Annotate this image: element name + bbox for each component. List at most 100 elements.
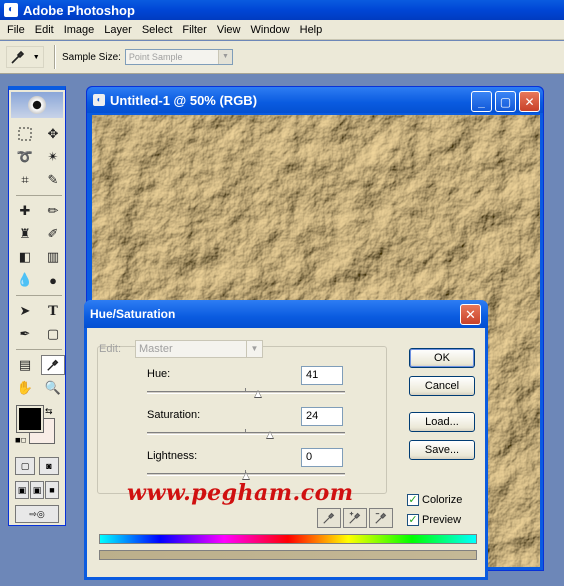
quick-mask-mode-button[interactable]: ◙ <box>39 457 59 475</box>
menu-file[interactable]: File <box>2 24 30 36</box>
tool-preset-picker[interactable]: ▼ <box>6 46 44 68</box>
edit-channel-value: Master <box>139 343 173 355</box>
close-icon: ✕ <box>465 306 476 322</box>
clone-stamp-tool-icon[interactable]: ♜ <box>13 224 37 244</box>
eyedropper-button[interactable] <box>317 508 341 528</box>
lightness-slider-thumb[interactable] <box>242 472 250 480</box>
menu-filter[interactable]: Filter <box>177 24 211 36</box>
menu-help[interactable]: Help <box>295 24 328 36</box>
eyedropper-icon <box>323 512 335 524</box>
app-title-bar: ◐ Adobe Photoshop <box>0 0 564 20</box>
full-screen-mode-button[interactable]: ■ <box>45 481 59 499</box>
standard-screen-mode-button[interactable]: ▣ <box>15 481 29 499</box>
full-screen-menu-mode-button[interactable]: ▣ <box>30 481 44 499</box>
saturation-input[interactable]: 24 <box>301 407 343 426</box>
slice-tool-icon[interactable]: ✎ <box>41 170 65 190</box>
shape-tool-icon[interactable]: ▢ <box>41 324 65 344</box>
swap-colors-icon[interactable]: ⇆ <box>45 406 53 417</box>
eraser-tool-icon[interactable]: ◧ <box>13 247 37 267</box>
menu-image[interactable]: Image <box>59 24 100 36</box>
close-icon: ✕ <box>524 94 535 109</box>
edit-row: Edit: Master ▼ <box>99 340 263 358</box>
sample-size-label: Sample Size: <box>62 51 121 63</box>
lasso-tool-icon[interactable]: ➰ <box>13 147 37 167</box>
add-to-sample-eyedropper-button[interactable] <box>343 508 367 528</box>
toolbox-divider <box>16 195 62 196</box>
gradient-tool-icon[interactable]: ▥ <box>41 247 65 267</box>
menu-select[interactable]: Select <box>137 24 178 36</box>
close-button[interactable]: ✕ <box>519 91 540 112</box>
toolbox: ✥ ➰ ✴ ⌗ ✎ ✚ ✏ ♜ ✐ ◧ ▥ 💧 ● ➤ T ✒ ▢ ▤ ✋ 🔍 … <box>8 86 66 526</box>
dialog-title-bar[interactable]: Hue/Saturation <box>84 300 488 328</box>
sample-size-value: Point Sample <box>128 52 183 62</box>
crop-tool-icon[interactable]: ⌗ <box>13 170 37 190</box>
color-swatches: ◼◻ ⇆ <box>15 405 59 450</box>
edit-channel-select[interactable]: Master ▼ <box>135 340 263 358</box>
load-button[interactable]: Load... <box>409 412 475 432</box>
menu-layer[interactable]: Layer <box>99 24 137 36</box>
colorize-check-icon: ✓ <box>407 494 419 506</box>
sample-size-select[interactable]: Point Sample ▼ <box>124 49 233 65</box>
lightness-slider[interactable] <box>147 470 345 480</box>
chevron-down-icon: ▼ <box>217 50 232 64</box>
dialog-title: Hue/Saturation <box>90 307 176 321</box>
toolbox-divider <box>16 295 62 296</box>
photoshop-eye-icon <box>28 96 46 114</box>
ok-button[interactable]: OK <box>409 348 475 368</box>
toolbox-logo[interactable] <box>11 92 63 118</box>
jump-to-imageready-button[interactable]: ⇨◎ <box>15 505 59 523</box>
pen-tool-icon[interactable]: ✒ <box>13 324 37 344</box>
standard-mode-button[interactable]: ▢ <box>15 457 35 475</box>
document-icon: ◐ <box>93 94 105 106</box>
preview-checkbox[interactable]: ✓ Preview <box>407 514 461 526</box>
hand-tool-icon[interactable]: ✋ <box>13 378 37 398</box>
history-brush-tool-icon[interactable]: ✐ <box>41 224 65 244</box>
save-button[interactable]: Save... <box>409 440 475 460</box>
type-tool-icon[interactable]: T <box>41 301 65 321</box>
toolbox-divider <box>16 349 62 350</box>
brush-tool-icon[interactable]: ✏ <box>41 201 65 221</box>
maximize-button[interactable]: ▢ <box>495 91 516 112</box>
menu-edit[interactable]: Edit <box>30 24 59 36</box>
magic-wand-tool-icon[interactable]: ✴ <box>41 147 65 167</box>
menu-bar: File Edit Image Layer Select Filter View… <box>0 20 564 40</box>
eyedropper-minus-icon <box>375 512 387 524</box>
path-selection-tool-icon[interactable]: ➤ <box>13 301 37 321</box>
default-colors-icon[interactable]: ◼◻ <box>15 436 27 444</box>
hue-spectrum-bar <box>99 534 477 544</box>
saturation-slider[interactable] <box>147 429 345 439</box>
saturation-label: Saturation: <box>147 409 201 421</box>
hue-slider-thumb[interactable] <box>254 390 262 398</box>
minimize-button[interactable]: _ <box>471 91 492 112</box>
document-title: Untitled-1 @ 50% (RGB) <box>110 92 258 108</box>
photoshop-app-icon: ◐ <box>4 3 18 17</box>
saturation-slider-center-tick <box>245 429 246 433</box>
eyedropper-tool-icon[interactable] <box>41 355 65 375</box>
hue-slider-center-tick <box>245 388 246 392</box>
menu-window[interactable]: Window <box>246 24 295 36</box>
app-title: Adobe Photoshop <box>23 2 135 18</box>
zoom-tool-icon[interactable]: 🔍 <box>41 378 65 398</box>
blur-tool-icon[interactable]: 💧 <box>13 270 37 290</box>
dialog-close-button[interactable]: ✕ <box>460 304 481 325</box>
foreground-color-swatch[interactable] <box>16 405 44 433</box>
preview-check-icon: ✓ <box>407 514 419 526</box>
lightness-input[interactable]: 0 <box>301 448 343 467</box>
marquee-tool-icon[interactable] <box>13 124 37 144</box>
hue-slider[interactable] <box>147 388 345 398</box>
colorized-result-bar <box>99 550 477 560</box>
hue-input[interactable]: 41 <box>301 366 343 385</box>
edit-label: Edit: <box>99 343 122 355</box>
notes-tool-icon[interactable]: ▤ <box>13 355 37 375</box>
maximize-icon: ▢ <box>499 94 512 109</box>
menu-view[interactable]: View <box>212 24 246 36</box>
move-tool-icon[interactable]: ✥ <box>41 124 65 144</box>
chevron-down-icon: ▼ <box>246 341 262 357</box>
colorize-checkbox[interactable]: ✓ Colorize <box>407 494 462 506</box>
cancel-button[interactable]: Cancel <box>409 376 475 396</box>
subtract-from-sample-eyedropper-button[interactable] <box>369 508 393 528</box>
saturation-slider-thumb[interactable] <box>266 431 274 439</box>
minimize-icon: _ <box>478 94 485 109</box>
healing-brush-tool-icon[interactable]: ✚ <box>13 201 37 221</box>
dodge-tool-icon[interactable]: ● <box>41 270 65 290</box>
